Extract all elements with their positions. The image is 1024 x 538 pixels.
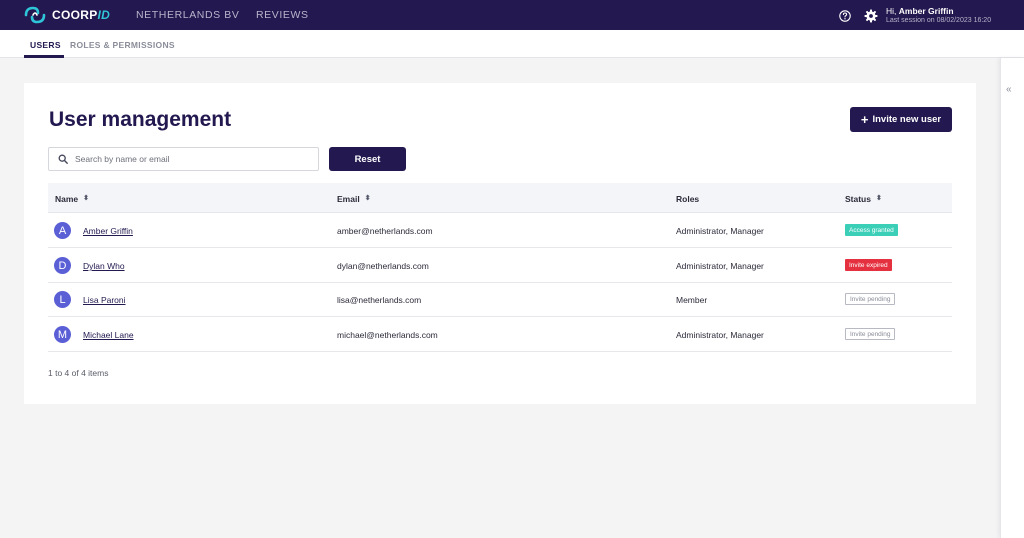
user-email: amber@netherlands.com: [337, 226, 433, 236]
top-bar: COORPID NETHERLANDS BV REVIEWS Hi, Amber…: [0, 0, 1024, 30]
user-roles: Member: [676, 295, 708, 305]
gear-icon[interactable]: [864, 9, 878, 23]
search-box[interactable]: [48, 147, 319, 171]
user-email: lisa@netherlands.com: [337, 295, 422, 305]
search-icon: [58, 154, 68, 164]
table-header: Name ⬍ Email ⬍ Roles Status ⬍: [48, 183, 952, 213]
user-roles: Administrator, Manager: [676, 261, 764, 271]
table-row: D Dylan Who dylan@netherlands.com Admini…: [48, 248, 952, 283]
plus-icon: +: [860, 111, 869, 127]
nav-organization[interactable]: NETHERLANDS BV: [136, 9, 240, 21]
nav-reviews[interactable]: REVIEWS: [256, 9, 309, 21]
user-name: Amber Griffin: [898, 6, 954, 16]
help-icon[interactable]: [839, 10, 851, 22]
tab-roles-permissions[interactable]: ROLES & PERMISSIONS: [70, 40, 175, 50]
logo[interactable]: COORPID: [24, 6, 110, 24]
avatar: A: [54, 222, 71, 239]
active-tab-indicator: [24, 55, 64, 58]
column-header-name[interactable]: Name ⬍: [55, 194, 89, 204]
collapse-panel-icon[interactable]: «: [1006, 84, 1012, 95]
user-info[interactable]: Hi, Amber Griffin Last session on 08/02/…: [886, 7, 991, 25]
invite-new-user-button[interactable]: + Invite new user: [850, 107, 952, 132]
sort-icon[interactable]: ⬍: [83, 195, 89, 202]
avatar: L: [54, 291, 71, 308]
column-header-roles: Roles: [676, 194, 700, 204]
status-badge: Access granted: [845, 224, 898, 236]
page-title: User management: [49, 108, 232, 131]
reset-button[interactable]: Reset: [329, 147, 406, 171]
status-badge: Invite expired: [845, 259, 892, 271]
last-session-text: Last session on 08/02/2023 16:20: [886, 17, 992, 24]
tab-bar: USERS ROLES & PERMISSIONS: [0, 30, 1024, 58]
sort-icon[interactable]: ⬍: [365, 195, 371, 202]
table-row: A Amber Griffin amber@netherlands.com Ad…: [48, 213, 952, 248]
pagination-summary: 1 to 4 of 4 items: [48, 368, 109, 378]
user-roles: Administrator, Manager: [676, 330, 764, 340]
sort-icon[interactable]: ⬍: [876, 195, 882, 202]
user-name-link[interactable]: Dylan Who: [83, 261, 125, 271]
user-name-link[interactable]: Amber Griffin: [83, 226, 133, 236]
user-roles: Administrator, Manager: [676, 226, 764, 236]
table-row: M Michael Lane michael@netherlands.com A…: [48, 317, 952, 352]
user-email: michael@netherlands.com: [337, 330, 438, 340]
search-input[interactable]: [75, 154, 305, 164]
invite-button-label: Invite new user: [872, 114, 942, 125]
avatar: D: [54, 257, 71, 274]
status-badge: Invite pending: [845, 328, 896, 340]
column-header-status[interactable]: Status ⬍: [845, 194, 882, 204]
user-email: dylan@netherlands.com: [337, 261, 429, 271]
user-management-card: User management + Invite new user Reset …: [24, 83, 976, 404]
avatar: M: [54, 326, 71, 343]
logo-mark-icon: [24, 6, 46, 24]
tab-users[interactable]: USERS: [30, 40, 61, 50]
side-panel-rail: [1000, 58, 1024, 538]
logo-text: COORPID: [52, 8, 111, 22]
user-name-link[interactable]: Michael Lane: [83, 330, 134, 340]
column-header-email[interactable]: Email ⬍: [337, 194, 371, 204]
user-greeting: Hi, Amber Griffin: [886, 6, 954, 16]
user-name-link[interactable]: Lisa Paroni: [83, 295, 126, 305]
table-row: L Lisa Paroni lisa@netherlands.com Membe…: [48, 282, 952, 317]
status-badge: Invite pending: [845, 293, 896, 305]
